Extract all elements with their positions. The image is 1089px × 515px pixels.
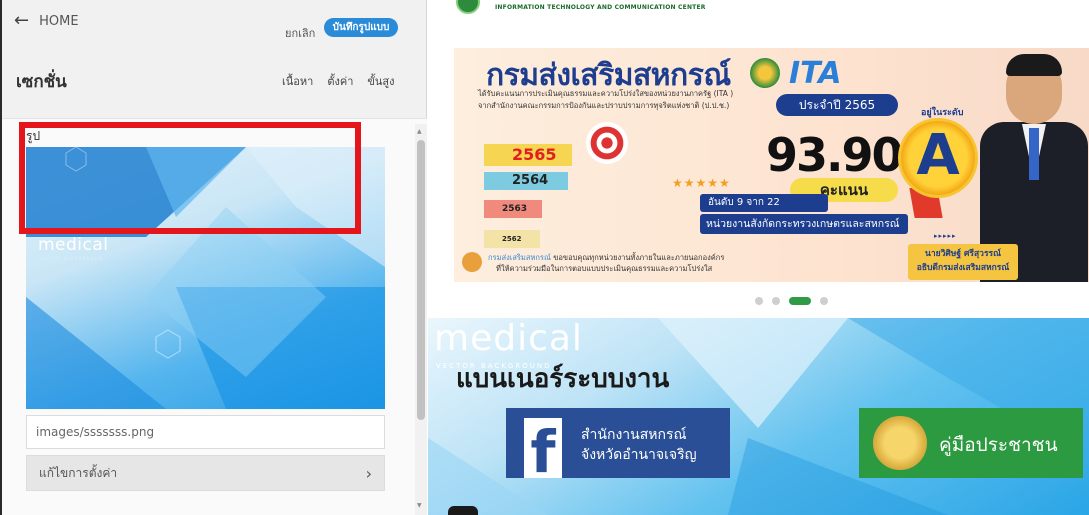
panel-scrollbar[interactable]: ▲ ▼	[415, 124, 427, 515]
citizen-manual-label: คู่มือประชาชน	[939, 434, 1058, 456]
hands-icon	[462, 252, 482, 272]
citizen-manual-button[interactable]: คู่มือประชาชน	[859, 408, 1083, 478]
partial-element	[448, 506, 478, 515]
grade-letter: A	[916, 123, 960, 188]
left-arrow-icon: ←	[14, 10, 30, 31]
year-bar-2562: 2562	[484, 230, 540, 248]
edit-settings-row[interactable]: แก้ไขการตั้งค่า ›	[26, 455, 385, 491]
background-medical-text: medical	[434, 318, 583, 359]
system-banner-heading: แบนเนอร์ระบบงาน	[456, 364, 670, 394]
caret-down-icon[interactable]: ▼	[417, 502, 422, 509]
thank-you-line2: ที่ให้ความร่วมมือในการตอบแบบประเมินคุณธร…	[496, 264, 713, 273]
ict-logo	[456, 0, 480, 14]
caret-up-icon[interactable]: ▲	[417, 128, 422, 135]
tab-settings[interactable]: ตั้งค่า	[327, 72, 353, 90]
scrollbar-thumb[interactable]	[417, 140, 425, 420]
rank-text: อันดับ 9 จาก 22	[700, 194, 828, 212]
arrows-decoration: ▸▸▸▸▸	[934, 232, 957, 240]
government-seal-icon	[873, 416, 927, 470]
year-bar-2563: 2563	[484, 200, 542, 218]
back-home-button[interactable]: ← HOME	[14, 12, 79, 30]
director-title: อธิบดีกรมส่งเสริมสหกรณ์	[916, 263, 1010, 273]
image-thumbnail[interactable]: medical VECTOR BACKGROUND	[26, 147, 385, 409]
banner-ita: ITA	[789, 56, 842, 91]
carousel-dot[interactable]	[755, 297, 763, 305]
hair-shape	[1006, 54, 1062, 76]
facebook-icon: f	[524, 418, 562, 478]
cpd-emblem-icon	[750, 58, 780, 88]
tab-content[interactable]: เนื้อหา	[282, 72, 313, 90]
ministry-text: หน่วยงานสังกัดกระทรวงเกษตรและสหกรณ์	[700, 214, 908, 234]
site-preview: INFORMATION TECHNOLOGY AND COMMUNICATION…	[428, 0, 1089, 515]
director-nameplate: นายวิศิษฐ์ ศรีสุวรรณ์ อธิบดีกรมส่งเสริมส…	[908, 244, 1018, 280]
year-bar-2564: 2564	[484, 172, 568, 190]
thank-rest: ขอขอบคุณทุกหน่วยงานทั้งภายในและภายนอกองค…	[550, 253, 725, 262]
year-bar-2565: 2565	[484, 144, 572, 166]
back-home-label: HOME	[39, 13, 79, 29]
ict-header-text: INFORMATION TECHNOLOGY AND COMMUNICATION…	[495, 4, 706, 11]
cooperative-office-facebook-button[interactable]: f สำนักงานสหกรณ์ จังหวัดอำนาจเจริญ	[506, 408, 730, 478]
tab-advanced[interactable]: ขั้นสูง	[367, 72, 394, 90]
grade-caption: อยู่ในระดับ	[921, 108, 964, 118]
fb-button-line1: สำนักงานสหกรณ์	[581, 427, 687, 443]
carousel-dot[interactable]	[772, 297, 780, 305]
director-name: นายวิศิษฐ์ ศรีสุวรรณ์	[925, 249, 1001, 259]
edit-settings-label: แก้ไขการตั้งค่า	[39, 465, 118, 480]
tie-shape	[1029, 128, 1039, 180]
section-title: เซกชั่น	[16, 72, 67, 92]
target-icon	[586, 122, 628, 164]
image-field-label: รูป	[26, 129, 41, 143]
year-badge: ประจำปี 2565	[776, 94, 898, 116]
carousel-dot-active[interactable]	[789, 297, 811, 305]
editor-topbar: ← HOME ยกเลิก บันทึกรูปแบบ	[2, 0, 427, 48]
grade-medal: อยู่ในระดับ A	[898, 108, 978, 198]
carousel-dot[interactable]	[820, 297, 828, 305]
save-template-button[interactable]: บันทึกรูปแบบ	[324, 18, 398, 37]
cancel-button[interactable]: ยกเลิก	[285, 24, 315, 42]
banner-line2: จากสำนักงานคณะกรรมการป้องกันและปราบปรามก…	[478, 101, 730, 110]
ita-banner[interactable]: กรมส่งเสริมสหกรณ์ ITA ได้รับคะแนนการประเ…	[454, 48, 1089, 282]
thank-highlight: กรมส่งเสริมสหกรณ์	[488, 253, 551, 262]
chevron-right-icon: ›	[365, 463, 372, 483]
section-tabs: เนื้อหา ตั้งค่า ขั้นสูง	[282, 72, 395, 90]
banner-line1: ได้รับคะแนนการประเมินคุณธรรมและความโปร่ง…	[478, 89, 734, 98]
score-value: 93.90	[766, 128, 904, 182]
editor-panel: ← HOME ยกเลิก บันทึกรูปแบบ เซกชั่น เนื้อ…	[0, 0, 427, 515]
preview-header: INFORMATION TECHNOLOGY AND COMMUNICATION…	[428, 0, 1089, 20]
app-root: ← HOME ยกเลิก บันทึกรูปแบบ เซกชั่น เนื้อ…	[0, 0, 1089, 515]
thumbnail-pattern	[26, 147, 385, 409]
fb-button-line2: จังหวัดอำนาจเจริญ	[581, 447, 697, 463]
thumbnail-subtext: VECTOR BACKGROUND	[39, 256, 103, 261]
carousel-dots	[755, 297, 828, 305]
system-banner-section: medical VECTOR BACKGROUND แบนเนอร์ระบบงา…	[428, 318, 1089, 515]
thumbnail-medical-text: medical	[38, 235, 109, 255]
image-path-input[interactable]	[26, 415, 385, 449]
settings-scroll-area: รูป medical VECTOR BACKGROUND แก้ไขการตั…	[2, 118, 427, 515]
rating-stars: ★★★★★	[672, 176, 731, 190]
